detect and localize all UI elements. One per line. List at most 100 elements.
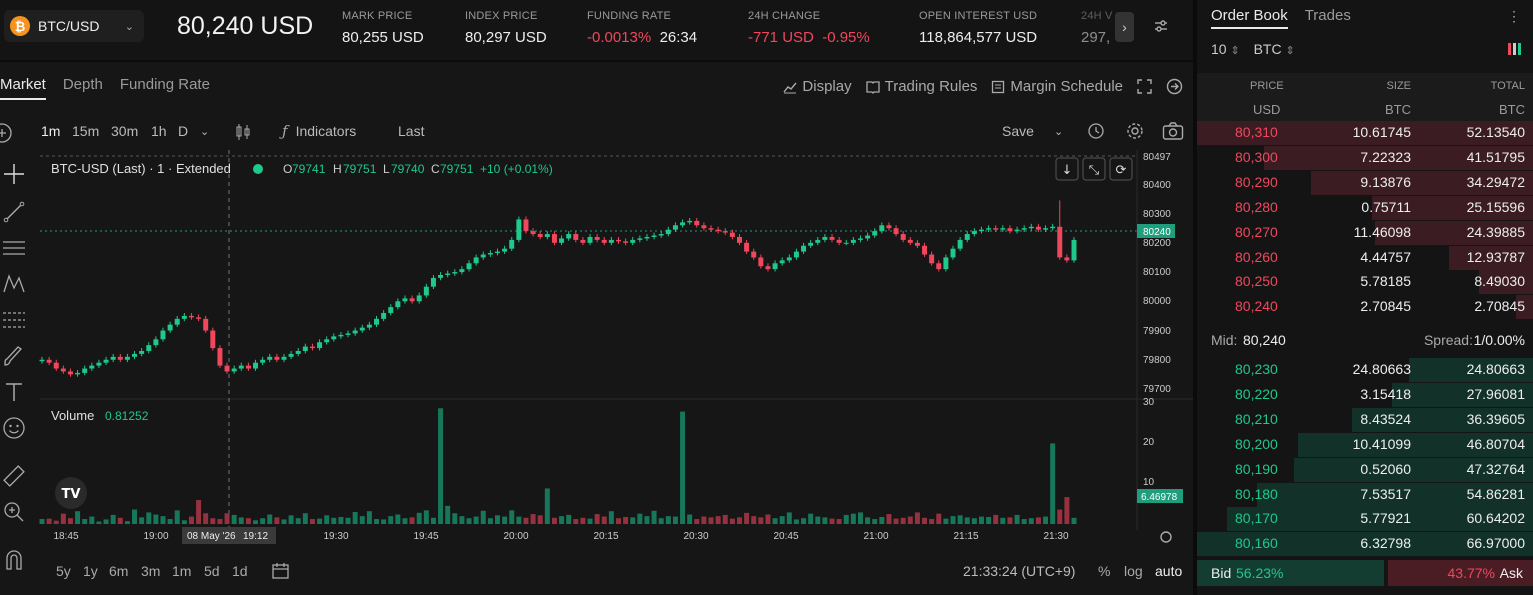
row-total: 25.15596 xyxy=(1466,198,1525,215)
timeframe-1h[interactable]: 1h xyxy=(151,123,167,139)
timeframe-d[interactable]: D xyxy=(178,123,188,139)
volume-bar xyxy=(950,516,956,524)
volume-bar xyxy=(651,510,657,524)
sliders-icon[interactable] xyxy=(1153,18,1169,34)
bid-row[interactable]: 80,230 24.80663 24.80663 xyxy=(1197,358,1533,382)
volume-bar xyxy=(110,514,116,524)
add-circle-icon[interactable] xyxy=(0,122,13,144)
down-arrow-icon-glyph: ↓ xyxy=(1062,163,1073,178)
candle-body xyxy=(644,236,650,239)
range-3m[interactable]: 3m xyxy=(141,563,160,579)
ask-row[interactable]: 80,290 9.13876 34.29472 xyxy=(1197,170,1533,195)
candle-body xyxy=(751,251,757,258)
ask-row[interactable]: 80,300 7.22323 41.51795 xyxy=(1197,145,1533,170)
ask-row[interactable]: 80,310 10.61745 52.13540 xyxy=(1197,121,1533,145)
gear-icon[interactable] xyxy=(1125,121,1145,141)
bid-row[interactable]: 80,200 10.41099 46.80704 xyxy=(1197,432,1533,457)
tab-market[interactable]: Market xyxy=(0,76,46,100)
time-tick-label: 20:30 xyxy=(683,531,708,542)
volume-bar xyxy=(793,519,799,524)
row-price: 80,220 xyxy=(1235,385,1278,402)
tab-trades[interactable]: Trades xyxy=(1305,7,1351,29)
volume-bar xyxy=(879,516,885,524)
volume-bar xyxy=(722,514,728,524)
row-price: 80,260 xyxy=(1235,248,1278,265)
fullscreen-icon[interactable] xyxy=(1137,79,1152,94)
candle-body xyxy=(224,365,230,372)
tab-funding-rate[interactable]: Funding Rate xyxy=(120,76,210,100)
timeframe-30m[interactable]: 30m xyxy=(111,123,138,139)
range-1d[interactable]: 1d xyxy=(232,563,248,579)
price-chart[interactable]: 80497 80400 80300 80200 80100 80000 79900 79800… xyxy=(0,150,1193,595)
ask-row[interactable]: 80,280 0.75711 25.15596 xyxy=(1197,195,1533,220)
book-view-icon[interactable] xyxy=(1507,42,1523,56)
volume-bar xyxy=(786,512,792,524)
range-6m[interactable]: 6m xyxy=(109,563,128,579)
more-menu-icon[interactable]: ⋮ xyxy=(1507,8,1521,25)
unit-select[interactable]: BTC ⇕ xyxy=(1254,41,1295,57)
candlestick-icon[interactable] xyxy=(234,123,252,141)
ask-row[interactable]: 80,270 11.46098 24.39885 xyxy=(1197,220,1533,245)
time-tick-label: 20:45 xyxy=(773,531,798,542)
range-5y[interactable]: 5y xyxy=(56,563,71,579)
arrow-circle-icon[interactable] xyxy=(1166,78,1183,95)
log-scale-toggle[interactable]: log xyxy=(1124,563,1143,579)
candle-body xyxy=(651,235,657,237)
auto-scale-toggle[interactable]: auto xyxy=(1155,563,1182,579)
ask-row[interactable]: 80,240 2.70845 2.70845 xyxy=(1197,295,1533,320)
symbol-selector[interactable]: ₿ BTC/USD ⌄ xyxy=(4,10,144,42)
clock-display[interactable]: 21:33:24 (UTC+9) xyxy=(963,563,1075,579)
change-abs: -771 USD xyxy=(748,29,814,46)
bid-row[interactable]: 80,180 7.53517 54.86281 xyxy=(1197,482,1533,507)
timeframe-15m[interactable]: 15m xyxy=(72,123,99,139)
candle-body xyxy=(566,234,572,239)
indicators-button[interactable]: ƒ Indicators xyxy=(282,122,356,140)
timeframe-1m[interactable]: 1m xyxy=(41,123,60,139)
bid-row[interactable]: 80,160 6.32798 66.97000 xyxy=(1197,532,1533,557)
range-1y[interactable]: 1y xyxy=(83,563,98,579)
camera-icon[interactable] xyxy=(1162,121,1184,141)
candle-body xyxy=(1050,226,1056,229)
volume-bar xyxy=(309,519,315,524)
depth-grouping-select[interactable]: 10 ⇕ xyxy=(1211,41,1240,57)
save-button[interactable]: Save xyxy=(1002,123,1034,139)
volume-bar xyxy=(516,516,522,524)
volume-bar xyxy=(957,515,963,524)
row-size: 7.22323 xyxy=(1360,148,1411,165)
candle-body xyxy=(60,368,66,372)
candle-body xyxy=(466,263,472,270)
volume-bar xyxy=(409,517,415,524)
display-button[interactable]: Display xyxy=(783,78,852,95)
range-5d[interactable]: 5d xyxy=(204,563,220,579)
candle-body xyxy=(82,368,88,373)
row-total: 8.49030 xyxy=(1474,273,1525,290)
axis-gear-icon[interactable] xyxy=(1160,531,1172,543)
percent-scale-toggle[interactable]: % xyxy=(1098,563,1110,579)
candle-body xyxy=(366,324,372,328)
volume-bar xyxy=(772,518,778,524)
bid-row[interactable]: 80,170 5.77921 60.64202 xyxy=(1197,507,1533,532)
volume-bar xyxy=(594,514,600,524)
alert-clock-icon[interactable] xyxy=(1087,121,1107,141)
row-total: 36.39605 xyxy=(1466,410,1525,427)
candle-body xyxy=(1071,239,1077,261)
price-source-last[interactable]: Last xyxy=(398,123,424,139)
calendar-goto-icon[interactable] xyxy=(271,561,291,581)
margin-schedule-button[interactable]: Margin Schedule xyxy=(991,78,1123,95)
candle-body xyxy=(381,312,387,319)
scroll-right-button[interactable]: › xyxy=(1115,12,1134,42)
volume-bar xyxy=(231,514,237,524)
trading-rules-button[interactable]: Trading Rules xyxy=(865,78,977,95)
bid-row[interactable]: 80,220 3.15418 27.96081 xyxy=(1197,382,1533,407)
candle-body xyxy=(544,234,550,237)
chevron-down-icon[interactable]: ⌄ xyxy=(1054,125,1063,138)
tab-depth[interactable]: Depth xyxy=(63,76,103,100)
range-1m[interactable]: 1m xyxy=(172,563,191,579)
tab-order-book[interactable]: Order Book xyxy=(1211,7,1288,29)
chevron-down-icon[interactable]: ⌄ xyxy=(200,125,209,138)
ask-row[interactable]: 80,260 4.44757 12.93787 xyxy=(1197,245,1533,270)
ask-row[interactable]: 80,250 5.78185 8.49030 xyxy=(1197,270,1533,295)
candle-body xyxy=(338,334,344,337)
bid-row[interactable]: 80,190 0.52060 47.32764 xyxy=(1197,457,1533,482)
bid-row[interactable]: 80,210 8.43524 36.39605 xyxy=(1197,407,1533,432)
